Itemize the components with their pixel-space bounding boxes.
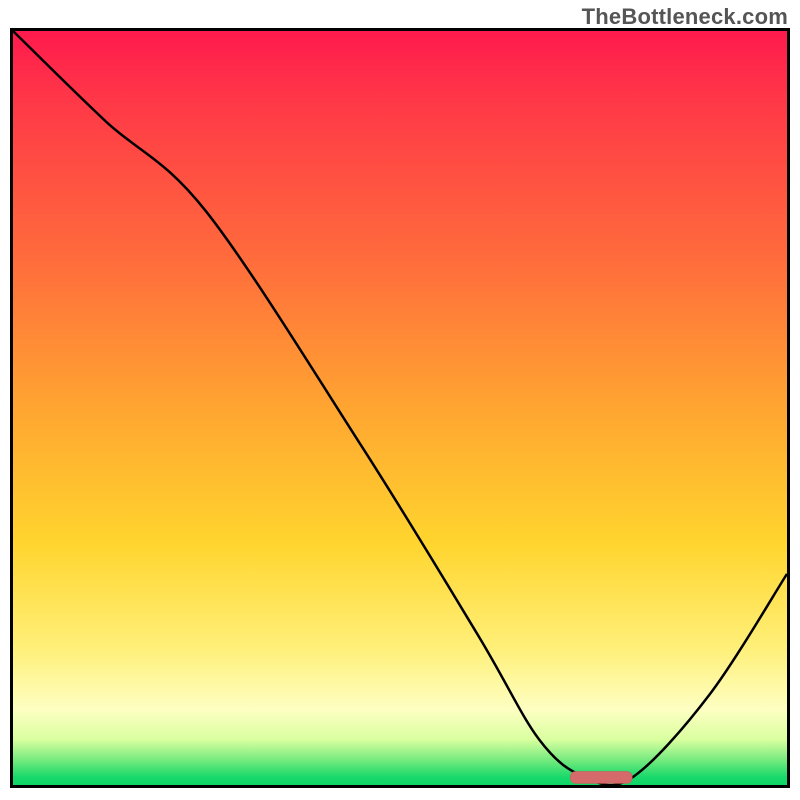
watermark-text: TheBottleneck.com	[582, 4, 788, 30]
plot-frame	[10, 28, 790, 788]
curve-overlay	[13, 31, 787, 785]
bottleneck-curve	[13, 31, 787, 785]
chart-container: TheBottleneck.com	[0, 0, 800, 800]
optimal-marker	[570, 771, 632, 783]
